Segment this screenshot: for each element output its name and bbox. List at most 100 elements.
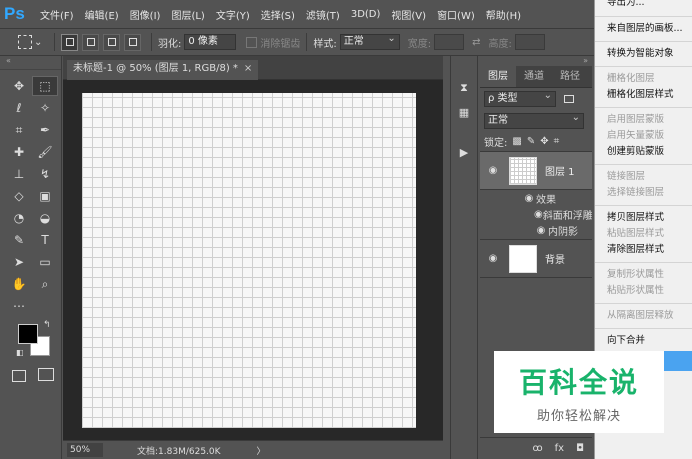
rect-marquee-icon <box>18 35 32 49</box>
layer-row-layer1[interactable]: ◉ 图层 1 <box>480 152 592 190</box>
history-brush-tool-icon[interactable]: ↯ <box>32 164 58 184</box>
zoom-tool-icon[interactable]: ⌕ <box>32 274 58 294</box>
type-tool-icon[interactable]: T <box>32 230 58 250</box>
document-canvas[interactable] <box>82 93 416 428</box>
eye-icon[interactable]: ◉ <box>534 209 543 220</box>
new-selection-icon <box>65 38 74 46</box>
clone-stamp-tool-icon[interactable]: ⊥ <box>6 164 32 184</box>
pen-tool-icon[interactable]: ✎ <box>6 230 32 250</box>
subtract-selection-button[interactable] <box>103 33 120 51</box>
tab-channels[interactable]: 通道 <box>516 66 552 87</box>
zoom-level-field[interactable]: 50% <box>67 443 103 457</box>
lock-artboard-icon[interactable]: ⌗ <box>554 136 560 147</box>
lasso-tool-icon[interactable]: ℓ <box>6 98 32 118</box>
rectangle-tool-icon[interactable]: ▭ <box>32 252 58 272</box>
status-menu-arrow-icon[interactable]: 〉 <box>257 444 266 457</box>
eye-icon[interactable]: ◉ <box>485 253 501 264</box>
width-input[interactable] <box>434 34 465 50</box>
actions-panel-icon[interactable]: ▦ <box>454 102 474 122</box>
menu-file[interactable]: 文件(F) <box>40 7 74 22</box>
height-input[interactable] <box>514 34 545 50</box>
layer-filter-select[interactable]: ρ 类型 <box>484 89 556 107</box>
eye-icon[interactable]: ◉ <box>534 225 548 236</box>
play-icon[interactable]: ▶ <box>454 142 474 162</box>
dodge-tool-icon[interactable]: ◒ <box>32 208 58 228</box>
history-panel-icon[interactable]: ⧗ <box>454 78 474 98</box>
healing-brush-tool-icon[interactable]: ✚ <box>6 142 32 162</box>
style-select[interactable]: 正常 <box>339 32 400 50</box>
effect-row-bevel[interactable]: ◉ 斜面和浮雕 <box>480 206 592 222</box>
menu-type[interactable]: 文字(Y) <box>216 7 250 22</box>
layer-style-icon[interactable]: fx <box>555 443 564 454</box>
menu-item-rasterize-layer-style[interactable]: 栅格化图层样式 <box>595 85 692 105</box>
menu-item-merge-down[interactable]: 向下合并 <box>595 331 692 351</box>
marquee-tool-icon[interactable]: ⬚ <box>32 76 58 96</box>
blend-mode-row: 正常 <box>480 110 592 132</box>
tab-paths[interactable]: 路径 <box>552 66 588 87</box>
eye-icon[interactable]: ◉ <box>485 165 501 176</box>
antialias-label: 消除锯齿 <box>260 38 301 50</box>
effect-row-inner-shadow[interactable]: ◉ 内阴影 <box>480 222 592 240</box>
add-selection-button[interactable] <box>82 33 99 51</box>
blur-tool-icon[interactable]: ◔ <box>6 208 32 228</box>
menu-image[interactable]: 图像(I) <box>130 7 161 22</box>
menu-separator <box>595 164 692 165</box>
menu-separator <box>595 107 692 108</box>
quick-mask-icon[interactable] <box>12 370 26 382</box>
document-tab[interactable]: 未标题-1 @ 50% (图层 1, RGB/8) * × <box>67 60 259 80</box>
layers-panel-tabs: 图层 通道 路径 <box>480 66 592 88</box>
swap-dimensions-icon[interactable]: ⇄ <box>472 37 480 48</box>
brush-tool-icon[interactable]: 🖌 <box>32 142 58 162</box>
path-selection-tool-icon[interactable]: ➤ <box>6 252 32 272</box>
link-layers-icon[interactable]: ꝏ <box>532 443 542 454</box>
swap-colors-icon[interactable]: ↰ <box>43 320 51 330</box>
layer-row-background[interactable]: ◉ 背景 <box>480 240 592 278</box>
crop-tool-icon[interactable]: ⌗ <box>6 120 32 140</box>
hand-tool-icon[interactable]: ✋ <box>6 274 32 294</box>
menu-help[interactable]: 帮助(H) <box>486 7 521 22</box>
eyedropper-tool-icon[interactable]: ✒ <box>32 120 58 140</box>
new-selection-button[interactable] <box>61 33 78 51</box>
foreground-color-swatch[interactable] <box>18 324 38 344</box>
menu-item-clear-layer-style[interactable]: 清除图层样式 <box>595 240 692 260</box>
tab-layers[interactable]: 图层 <box>480 66 516 87</box>
menu-window[interactable]: 窗口(W) <box>437 7 475 22</box>
feather-input[interactable]: 0 像素 <box>184 34 237 50</box>
default-colors-icon[interactable]: ◧ <box>16 348 24 357</box>
lock-position-icon[interactable]: ✥ <box>540 136 548 147</box>
blend-mode-select[interactable]: 正常 <box>484 111 584 129</box>
menu-item-export-as[interactable]: 导出为... <box>595 0 692 14</box>
intersect-selection-button[interactable] <box>124 33 141 51</box>
eraser-tool-icon[interactable]: ◇ <box>6 186 32 206</box>
move-tool-icon[interactable]: ✥ <box>6 76 32 96</box>
feather-label: 羽化: <box>158 38 182 50</box>
menu-view[interactable]: 视图(V) <box>391 7 426 22</box>
more-tools-icon[interactable]: ⋯ <box>6 296 32 316</box>
gradient-tool-icon[interactable]: ▣ <box>32 186 58 206</box>
menu-select[interactable]: 选择(S) <box>261 7 295 22</box>
antialias-checkbox[interactable] <box>246 36 258 48</box>
document-area: 未标题-1 @ 50% (图层 1, RGB/8) * × 50% 文档:1.83… <box>63 56 443 459</box>
magic-wand-tool-icon[interactable]: ✧ <box>32 98 58 118</box>
close-icon[interactable]: × <box>244 63 252 74</box>
document-tab-title: 未标题-1 @ 50% (图层 1, RGB/8) * <box>73 63 238 74</box>
menu-3d[interactable]: 3D(D) <box>351 9 381 20</box>
tool-preset-picker[interactable]: ⌄ <box>18 33 48 51</box>
menu-filter[interactable]: 滤镜(T) <box>306 7 340 22</box>
panel-collapse-icon[interactable]: « <box>0 56 61 70</box>
menu-layer[interactable]: 图层(L) <box>171 7 204 22</box>
add-mask-icon[interactable]: ◘ <box>576 443 584 454</box>
menu-item-create-clipping-mask[interactable]: 创建剪贴蒙版 <box>595 142 692 162</box>
eye-icon[interactable]: ◉ <box>522 193 536 204</box>
menu-edit[interactable]: 编辑(E) <box>85 7 119 22</box>
panel-grip-icon[interactable]: » <box>480 56 592 66</box>
pixel-filter-icon[interactable] <box>564 95 574 103</box>
menu-item-convert-smart-object[interactable]: 转换为智能对象 <box>595 44 692 64</box>
panel-icon-dock: ⧗ ▦ ▶ <box>450 56 478 459</box>
lock-image-icon[interactable]: ✎ <box>527 136 535 147</box>
menu-item-artboard-from-layers[interactable]: 来自图层的画板... <box>595 19 692 39</box>
watermark-title: 百科全说 <box>518 365 639 399</box>
screen-mode-icon[interactable] <box>38 368 54 381</box>
lock-transparent-icon[interactable]: ▩ <box>512 136 521 147</box>
effects-row[interactable]: ◉ 效果 <box>480 190 592 206</box>
